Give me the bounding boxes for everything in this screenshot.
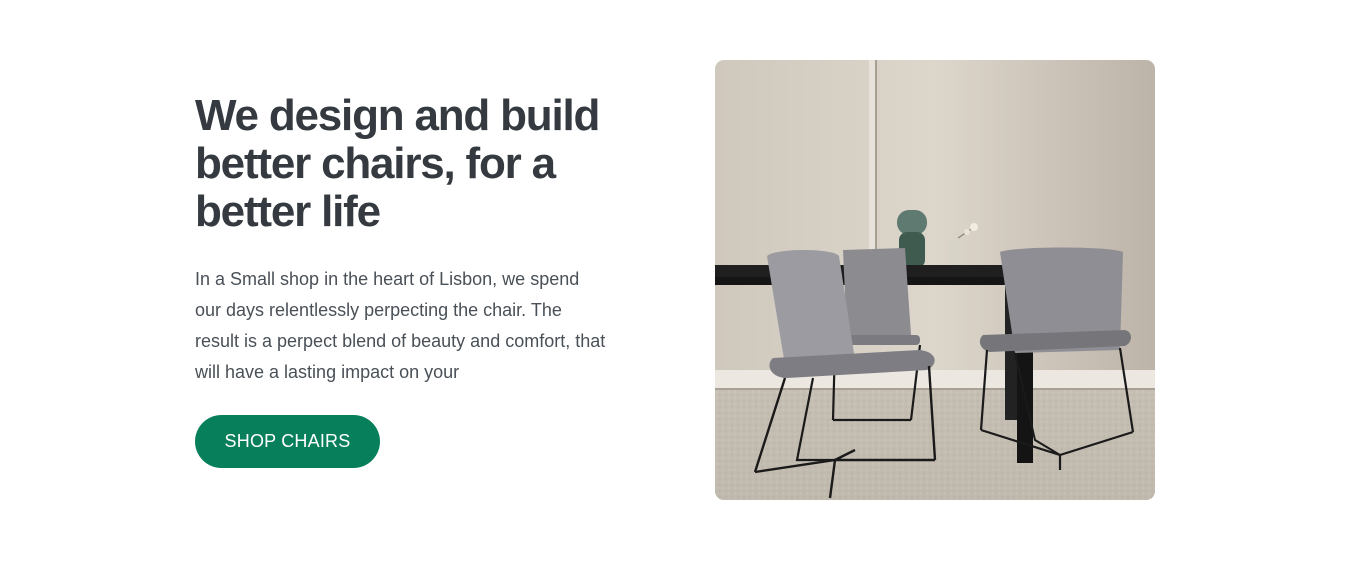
shop-chairs-button[interactable]: SHOP CHAIRS <box>195 415 380 468</box>
hero-title: We design and build better chairs, for a… <box>195 91 600 236</box>
hero-image <box>715 60 1155 500</box>
chairs-photo <box>715 60 1155 500</box>
hero-section: We design and build better chairs, for a… <box>0 0 1347 585</box>
hero-description: In a Small shop in the heart of Lisbon, … <box>195 269 606 382</box>
hero-text-block: We design and build better chairs, for a… <box>195 92 635 388</box>
